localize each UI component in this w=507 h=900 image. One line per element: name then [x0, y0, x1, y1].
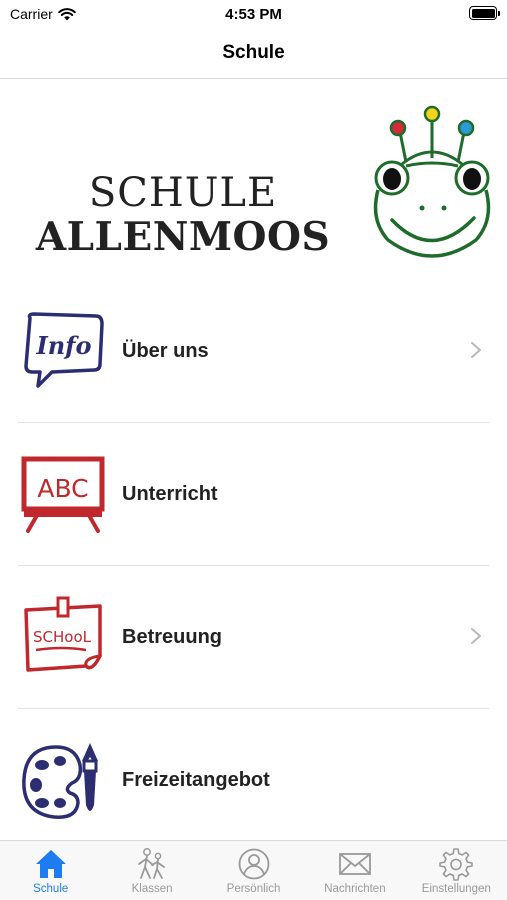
tab-label: Einstellungen: [421, 883, 491, 895]
page-title: Schule: [222, 42, 285, 63]
menu-item-betreuung[interactable]: SCHooL Betreuung: [0, 566, 507, 709]
school-icon-text: SCHooL: [33, 628, 92, 646]
abc-icon-text: ABC: [37, 474, 88, 503]
tab-nachrichten[interactable]: Nachrichten: [304, 841, 405, 900]
menu-item-label: Freizeitangebot: [122, 769, 270, 791]
battery-icon: [469, 6, 500, 20]
menu-item-label: Betreuung: [122, 626, 222, 648]
frog-mascot-icon: [373, 105, 491, 258]
tab-klassen[interactable]: Klassen: [101, 841, 202, 900]
tab-persoenlich[interactable]: Persönlich: [203, 841, 304, 900]
tab-schule[interactable]: Schule: [0, 841, 101, 900]
tab-einstellungen[interactable]: Einstellungen: [406, 841, 507, 900]
logo-text-schule: SCHULE: [88, 170, 278, 216]
menu-item-ueber-uns[interactable]: Info Über uns: [0, 280, 507, 423]
chevron-right-icon: [471, 628, 481, 644]
tab-bar: Schule Klassen Persönlich Nachrichten Ei…: [0, 840, 507, 900]
school-menu-list: Info Über uns ABC Unterricht SCHooL Betr…: [0, 280, 507, 852]
house-icon: [35, 850, 66, 878]
gear-icon: [439, 848, 474, 881]
info-speech-bubble-icon: Info: [24, 312, 104, 388]
menu-item-unterricht[interactable]: ABC Unterricht: [0, 423, 507, 566]
school-logo-banner: SCHULE ALLENMOOS: [0, 80, 507, 280]
tab-label: Persönlich: [226, 883, 281, 895]
info-icon-text: Info: [35, 331, 91, 360]
paint-palette-icon: [22, 743, 98, 819]
status-time: 4:53 PM: [225, 6, 282, 23]
menu-item-freizeitangebot[interactable]: Freizeitangebot: [0, 709, 507, 852]
menu-item-label: Über uns: [122, 340, 209, 362]
person-icon: [238, 848, 269, 880]
chevron-right-icon: [471, 342, 481, 358]
tab-label: Klassen: [131, 883, 173, 895]
navigation-bar: Schule: [0, 30, 507, 79]
abc-chalkboard-icon: ABC: [21, 456, 105, 533]
menu-item-label: Unterricht: [122, 483, 218, 505]
logo-text-allenmoos: ALLENMOOS: [35, 214, 331, 260]
envelope-icon: [339, 853, 371, 875]
status-bar: Carrier 4:53 PM: [0, 0, 507, 30]
tab-label: Schule: [33, 883, 69, 895]
school-note-icon: SCHooL: [24, 596, 102, 672]
walking-children-icon: [138, 848, 166, 879]
tab-label: Nachrichten: [324, 883, 386, 895]
